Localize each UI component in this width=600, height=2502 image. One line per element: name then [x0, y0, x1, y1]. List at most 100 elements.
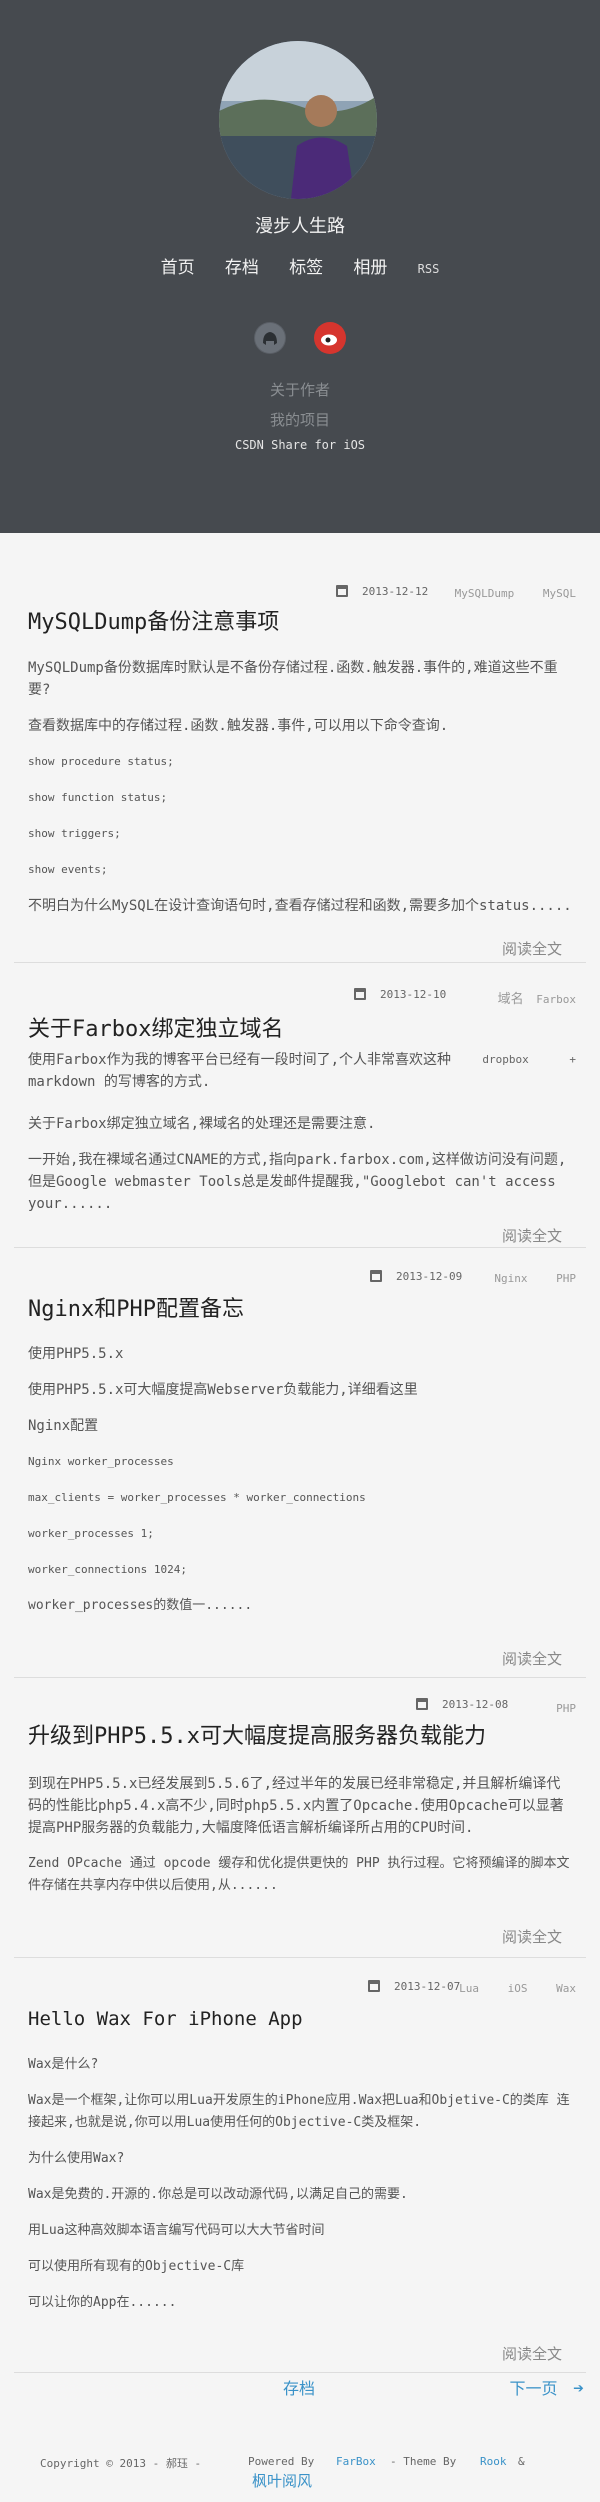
post-title[interactable]: Hello Wax For iPhone App	[28, 2008, 303, 2030]
code-line: max_clients = worker_processes * worker_…	[28, 1491, 366, 1504]
tag-link[interactable]: MySQLDump	[455, 587, 515, 600]
about-author-link[interactable]: 关于作者	[0, 375, 600, 405]
tag-link[interactable]: Farbox	[536, 993, 576, 1006]
paragraph: 一开始,我在裸域名通过CNAME的方式,指向park.farbox.com,这样…	[28, 1152, 567, 1212]
code-line: show function status;	[28, 791, 168, 804]
code-line: worker_connections 1024;	[28, 1563, 187, 1576]
read-more-link[interactable]: 阅读全文	[502, 1225, 562, 1246]
paragraph: MySQLDump备份数据库时默认是不备份存储过程.函数.触发器.事件的,难道这…	[28, 660, 558, 698]
archive-link[interactable]: 存档	[283, 2375, 315, 2399]
paragraph: 为什么使用Wax?	[28, 2151, 125, 2166]
paragraph: 使用PHP5.5.x	[28, 1346, 124, 1362]
site-title[interactable]: 漫步人生路	[0, 212, 600, 238]
nav-archive[interactable]: 存档	[225, 258, 259, 278]
tag-link[interactable]: Nginx	[494, 1272, 527, 1285]
fengye-link[interactable]: 枫叶阅风	[252, 2470, 312, 2491]
post-date: 2013-12-10	[354, 988, 446, 1001]
tag-link[interactable]: dropbox	[482, 1053, 528, 1066]
paragraph: 关于Farbox绑定独立域名,裸域名的处理还是需要注意.	[28, 1116, 376, 1132]
read-more-link[interactable]: 阅读全文	[502, 1648, 562, 1669]
code-line: show triggers;	[28, 827, 121, 840]
paragraph: 使用Farbox作为我的博客平台已经有一段时间了,个人非常喜欢这种 markdo…	[28, 1052, 451, 1090]
rook-link[interactable]: Rook	[480, 2455, 507, 2468]
read-more-link[interactable]: 阅读全文	[502, 1926, 562, 1947]
tag-link[interactable]: MySQL	[543, 587, 576, 600]
post-tags: MySQLDump MySQL	[433, 587, 576, 600]
paragraph: Nginx配置	[28, 1418, 99, 1434]
tag-link[interactable]: 域名	[498, 992, 524, 1007]
nav-home[interactable]: 首页	[161, 258, 195, 278]
tag-link[interactable]: Wax	[556, 1982, 576, 1995]
post-excerpt: Wax是什么? Wax是一个框架,让你可以用Lua开发原生的iPhone应用.W…	[28, 2054, 572, 2328]
post-excerpt: 关于Farbox绑定独立域名,裸域名的处理还是需要注意. 一开始,我在裸域名通过…	[28, 1113, 572, 1229]
post-tags: dropbox +	[460, 1053, 576, 1066]
post-item: 2013-12-12 MySQLDump MySQL MySQLDump备份注意…	[14, 533, 586, 963]
header-links: 关于作者 我的项目	[0, 375, 600, 435]
post-item: 2013-12-07 Lua iOS Wax Hello Wax For iPh…	[14, 1958, 586, 2373]
tag-link[interactable]: Lua	[459, 1982, 479, 1995]
post-tags: 域名 Farbox	[476, 988, 576, 1007]
paragraph: 到现在PHP5.5.x已经发展到5.5.6了,经过半年的发展已经非常稳定,并且解…	[28, 1776, 564, 1836]
paragraph: 使用PHP5.5.x可大幅度提高Webserver负载能力,详细看这里	[28, 1382, 418, 1398]
calendar-icon	[416, 1698, 428, 1710]
paragraph: 查看数据库中的存储过程.函数.触发器.事件,可以用以下命令查询.	[28, 718, 449, 734]
tag-link[interactable]: iOS	[508, 1982, 528, 1995]
avatar[interactable]	[219, 41, 377, 199]
paragraph: Wax是免费的.开源的.你总是可以改动源代码,以满足自己的需要.	[28, 2187, 408, 2202]
theme-by-text: - Theme By	[390, 2455, 457, 2468]
github-icon[interactable]	[254, 322, 287, 354]
post-date: 2013-12-08	[416, 1698, 508, 1711]
post-tags: Lua iOS Wax	[437, 1982, 576, 1995]
tag-link[interactable]: +	[569, 1053, 576, 1066]
post-date: 2013-12-09	[370, 1270, 462, 1283]
read-more-link[interactable]: 阅读全文	[502, 938, 562, 959]
post-title[interactable]: 关于Farbox绑定独立域名	[28, 1011, 283, 1043]
paragraph: Wax是一个框架,让你可以用Lua开发原生的iPhone应用.Wax把Lua和O…	[28, 2093, 570, 2130]
post-date: 2013-12-12	[336, 585, 428, 598]
read-more-link[interactable]: 阅读全文	[502, 2343, 562, 2364]
calendar-icon	[370, 1270, 382, 1282]
pagination: 存档 下一页 ➔	[0, 2375, 600, 2415]
tag-link[interactable]: PHP	[556, 1702, 576, 1715]
post-tags: PHP	[534, 1702, 576, 1715]
ampersand-text: &	[518, 2455, 525, 2468]
my-projects-link[interactable]: 我的项目	[0, 405, 600, 435]
arrow-right-icon: ➔	[573, 2378, 584, 2399]
farbox-link[interactable]: FarBox	[336, 2455, 376, 2468]
code-line: worker_processes 1;	[28, 1527, 154, 1540]
weibo-icon[interactable]	[313, 322, 346, 354]
calendar-icon	[336, 585, 348, 597]
post-excerpt: MySQLDump备份数据库时默认是不备份存储过程.函数.触发器.事件的,难道这…	[28, 657, 572, 931]
code-line: show procedure status;	[28, 755, 174, 768]
paragraph: 可以使用所有现有的Objective-C库	[28, 2259, 245, 2274]
paragraph: Wax是什么?	[28, 2057, 99, 2072]
nav-rss[interactable]: RSS	[418, 262, 440, 276]
nav-album[interactable]: 相册	[353, 258, 387, 278]
paragraph: 可以让你的App在......	[28, 2295, 177, 2310]
calendar-icon	[354, 988, 366, 1000]
csdn-share-link[interactable]: CSDN Share for iOS	[0, 438, 600, 452]
social-links	[0, 322, 600, 354]
paragraph: 用Lua这种高效脚本语言编写代码可以大大节省时间	[28, 2223, 325, 2238]
calendar-icon	[368, 1980, 380, 1992]
post-excerpt: 到现在PHP5.5.x已经发展到5.5.6了,经过半年的发展已经非常稳定,并且解…	[28, 1773, 572, 1911]
code-line: worker_processes的数值一......	[28, 1598, 253, 1613]
post-title[interactable]: 升级到PHP5.5.x可大幅度提高服务器负载能力	[28, 1718, 486, 1750]
post-item: 2013-12-10 域名 Farbox 关于Farbox绑定独立域名 drop…	[14, 963, 586, 1248]
post-list: 2013-12-12 MySQLDump MySQL MySQLDump备份注意…	[0, 533, 600, 2373]
post-excerpt: 使用PHP5.5.x 使用PHP5.5.x可大幅度提高Webserver负载能力…	[28, 1343, 572, 1631]
nav-tags[interactable]: 标签	[289, 258, 323, 278]
post-item: 2013-12-08 PHP 升级到PHP5.5.x可大幅度提高服务器负载能力 …	[14, 1678, 586, 1958]
tag-link[interactable]: PHP	[556, 1272, 576, 1285]
paragraph: 不明白为什么MySQL在设计查询语句时,查看存储过程和函数,需要多加个statu…	[28, 898, 572, 914]
site-header: 漫步人生路 首页 存档 标签 相册 RSS 关于作者 我的项目 CSDN Sha…	[0, 0, 600, 533]
powered-by-text: Powered By	[248, 2455, 315, 2468]
code-line: show events;	[28, 863, 108, 876]
post-title[interactable]: Nginx和PHP配置备忘	[28, 1291, 244, 1323]
post-title[interactable]: MySQLDump备份注意事项	[28, 604, 279, 636]
next-page-link[interactable]: 下一页 ➔	[510, 2375, 585, 2399]
main-nav: 首页 存档 标签 相册 RSS	[0, 253, 600, 278]
paragraph: Zend OPcache 通过 opcode 缓存和优化提供更快的 PHP 执行…	[28, 1856, 570, 1893]
post-tags: Nginx PHP	[472, 1272, 576, 1285]
code-line: Nginx worker_processes	[28, 1455, 174, 1468]
